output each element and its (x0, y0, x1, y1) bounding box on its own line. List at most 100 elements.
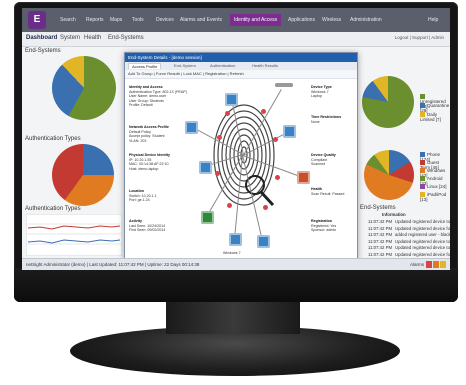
location-icon[interactable] (201, 211, 214, 224)
link-point-icon (263, 205, 268, 210)
info-text: IP: 10.20.1.55 MAC: 00:14:38:AF:22:10 Ho… (129, 157, 169, 171)
row-info: Updated registered device to group Regis… (395, 245, 450, 250)
status-bar: netSight Administrator (demo) | Last Upd… (22, 258, 450, 270)
info-block-right: Health Scan Result: Passed (311, 187, 344, 196)
link-point-icon (215, 171, 220, 176)
table-row[interactable]: 11:07:42 PMUpdated registered device for… (368, 252, 450, 257)
pie-chart-left-mid (52, 144, 114, 206)
info-heading: Health (311, 187, 322, 191)
tab-health[interactable]: Health (84, 35, 101, 41)
tab-dashboard[interactable]: Dashboard (26, 35, 57, 41)
sub-nav-bar: Dashboard System Health End-Systems Logo… (22, 32, 450, 47)
header-links[interactable]: Logout | Support | Admin (395, 35, 444, 40)
info-text: Last Seen: 10/24/2014 First Seen: 09/02/… (129, 223, 166, 233)
row-time: 11:07:42 PM (368, 245, 393, 250)
panel-title-auth-types-2: Authentication Types (25, 206, 81, 212)
info-block-left: Physical Device Identity IP: 10.20.1.55 M… (129, 153, 170, 171)
row-info: Updated registered device to group Regis… (395, 238, 450, 244)
table-row[interactable]: 11:07:42 PM added registered user - black… (368, 232, 450, 237)
nav-item-identity-and-access[interactable]: Identity and Access (230, 14, 282, 26)
link-point-icon (261, 109, 266, 114)
tab-health-results[interactable]: Health Results (249, 63, 281, 68)
link-point-icon (217, 135, 222, 140)
info-block-right: Registration Registered: Yes Sponsor: adm… (311, 219, 336, 233)
info-heading: Device Type (311, 85, 332, 89)
legend-swatch (420, 184, 425, 190)
health-icon[interactable] (297, 171, 310, 184)
info-block-right: Device Type Windows 7 Laptop (311, 85, 332, 99)
info-heading: Identity and Access (129, 85, 163, 89)
info-block-left: Network Access Profile Default Policy Acc… (129, 125, 169, 143)
tab-access-profile[interactable]: Access Profile (128, 63, 162, 69)
info-heading: Device Quality (311, 153, 336, 157)
registration-icon[interactable] (257, 235, 270, 248)
profile-icon[interactable] (185, 121, 198, 134)
top-nav-bar: E Search Reports Maps Tools Devices Alarms an… (22, 8, 450, 32)
device-icon[interactable] (199, 161, 212, 174)
info-block-right: Time Restrictions None (311, 115, 341, 124)
legend-label: Linux [24] (427, 184, 447, 189)
tab-authentication[interactable]: Authentication (207, 63, 238, 68)
alarm-major-icon[interactable] (433, 261, 439, 268)
time-icon[interactable] (283, 125, 296, 138)
nav-item-reports[interactable]: Reports (82, 14, 108, 26)
alarm-minor-icon[interactable] (440, 261, 446, 268)
popup-title-bar: End-System Details - [demo session] (125, 53, 357, 62)
link-point-icon (227, 203, 232, 208)
info-block-left: Identity and Access Authentication Type: … (129, 85, 187, 108)
pie-chart-right-mid (364, 150, 414, 200)
nav-item-applications[interactable]: Applications (284, 14, 319, 26)
info-text: Windows 7 Laptop (311, 89, 329, 99)
row-time: 11:07:42 PM (368, 225, 393, 231)
row-time: 11:07:42 PM (368, 238, 393, 244)
tab-system[interactable]: System (60, 35, 80, 41)
popup-toolbar-actions[interactable]: Add To Group | Force Reauth | Lock MAC |… (125, 71, 244, 76)
identity-icon[interactable] (225, 93, 238, 106)
info-heading: Time Restrictions (311, 115, 342, 119)
info-text: Authentication Type: 802.1X (PEAP) User … (129, 89, 187, 108)
table-row[interactable]: 11:07:42 PM Updated registered device to … (368, 219, 450, 224)
tab-end-systems[interactable]: End-Systems (108, 35, 144, 41)
monitor-chin (14, 268, 458, 302)
info-text: None (311, 119, 320, 124)
activity-icon[interactable] (229, 233, 242, 246)
alarm-critical-icon[interactable] (426, 261, 432, 268)
nav-item-search[interactable]: Search (56, 14, 80, 26)
info-text: Registered: Yes Sponsor: admin (311, 223, 337, 233)
legend-item: iPad/iPod [13] (420, 192, 450, 202)
info-block-left: Activity Last Seen: 10/24/2014 First Seen… (129, 219, 165, 233)
info-heading: Location (129, 189, 144, 193)
nav-item-devices[interactable]: Devices (152, 14, 178, 26)
info-block-left: Location Switch: 10.20.1.1 Port: ge.1.24 (129, 189, 157, 203)
status-text: netSight Administrator (demo) | Last Upd… (26, 262, 200, 267)
table-row[interactable]: 11:07:42 PMUpdated registered device for… (368, 226, 450, 231)
monitor-screen: E Search Reports Maps Tools Devices Alarms an… (22, 8, 450, 270)
app-logo[interactable]: E (28, 11, 46, 29)
pie-chart-left-top (52, 56, 116, 120)
tab-end-system[interactable]: End-System (171, 63, 199, 68)
end-system-details-window: End-System Details - [demo session] Acce… (124, 52, 358, 260)
nav-item-help[interactable]: Help (424, 14, 442, 26)
nav-item-wireless[interactable]: Wireless (318, 14, 345, 26)
panel-title-state: End-Systems (25, 48, 61, 54)
table-row[interactable]: 11:07:42 PM Updated registered device to … (368, 239, 450, 244)
phone-icon[interactable] (275, 83, 293, 87)
panel-title-applications: End-Systems (360, 205, 396, 211)
nav-item-maps[interactable]: Maps (106, 14, 126, 26)
link-point-icon (225, 111, 230, 116)
row-info: added registered user - blacklist (395, 232, 450, 237)
info-heading: Registration (311, 219, 332, 223)
pie-chart-right-top (362, 76, 414, 128)
nav-item-administration[interactable]: Administration (346, 14, 386, 26)
nav-item-alarms-and-events[interactable]: Alarms and Events (176, 14, 226, 26)
popup-toolbar[interactable]: Add To Group | Force Reauth | Lock MAC |… (125, 70, 357, 79)
table-row[interactable]: 11:07:42 PM Updated registered device to … (368, 245, 450, 250)
row-info: Updated registered device for user - bla… (395, 225, 450, 231)
row-time: 11:07:42 PM (368, 251, 393, 257)
info-text: Scan Result: Passed (311, 191, 345, 196)
info-heading: Network Access Profile (129, 125, 169, 129)
monitor-stand (166, 302, 300, 334)
panel-title-auth-types: Authentication Types (25, 136, 81, 142)
popup-footer: Windows 7 (223, 251, 241, 255)
nav-item-tools[interactable]: Tools (128, 14, 148, 26)
